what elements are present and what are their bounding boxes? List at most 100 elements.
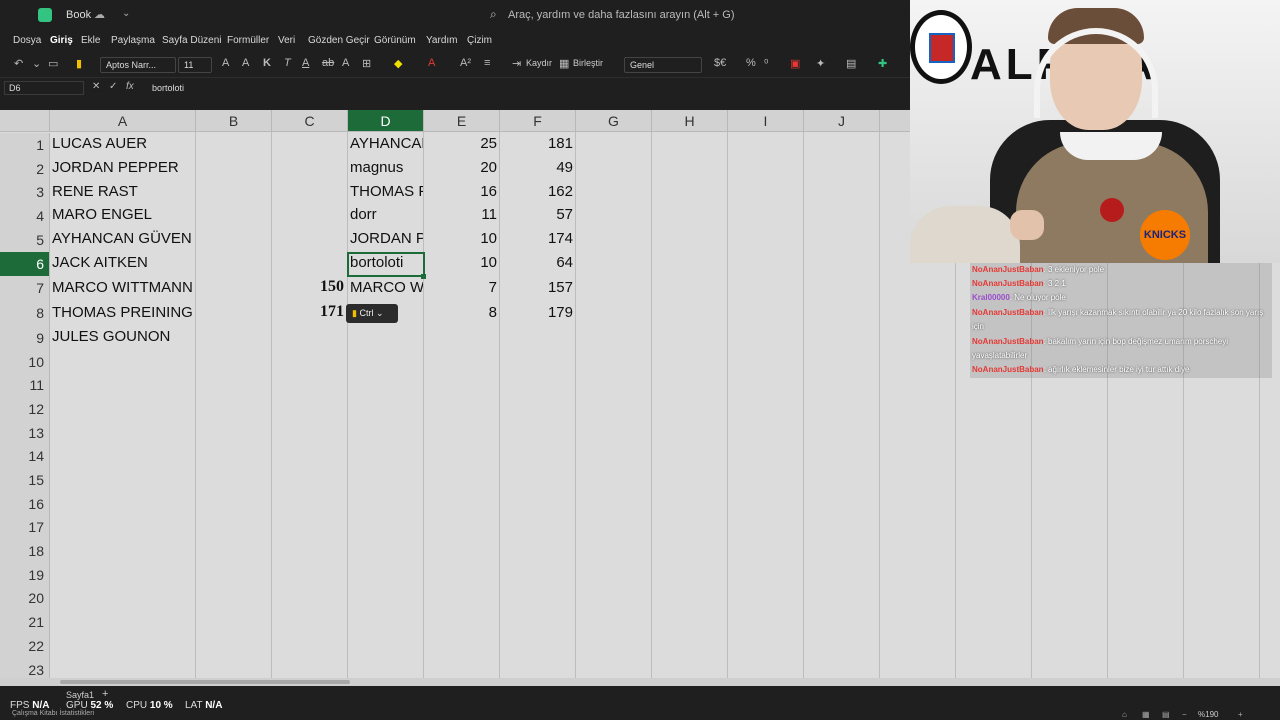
accessibility-icon[interactable]: ⌂ — [1122, 710, 1127, 719]
name-box[interactable]: D6 — [4, 81, 84, 95]
row-header-6[interactable]: 6 — [0, 252, 50, 276]
cell-c7[interactable]: 150 — [272, 278, 344, 296]
column-header-k[interactable] — [880, 110, 910, 132]
column-header-a[interactable]: A — [50, 110, 196, 132]
cell-f7[interactable]: 157 — [502, 279, 573, 296]
row-header-15[interactable]: 15 — [0, 468, 50, 492]
chevron-down-icon[interactable]: ⌄ — [122, 8, 130, 19]
wrap-text-icon[interactable]: ⇥ — [512, 57, 521, 70]
column-header-e[interactable]: E — [424, 110, 500, 132]
cell-f1[interactable]: 181 — [502, 135, 573, 152]
column-header-i[interactable]: I — [728, 110, 804, 132]
wrap-text-button[interactable]: Kaydır — [526, 58, 552, 68]
cell-d2[interactable]: magnus — [350, 159, 423, 176]
row-header-3[interactable]: 3 — [0, 181, 50, 204]
cell-d4[interactable]: dorr — [350, 206, 423, 223]
row-header-8[interactable]: 8 — [0, 301, 50, 326]
row-header-7[interactable]: 7 — [0, 276, 50, 301]
scrollbar-thumb[interactable] — [60, 680, 350, 684]
fill-color-icon[interactable]: ◆ — [394, 57, 402, 70]
row-header-21[interactable]: 21 — [0, 610, 50, 634]
merge-button[interactable]: Birleştir — [573, 58, 603, 68]
cell-e7[interactable]: 7 — [426, 279, 497, 296]
cell-f6[interactable]: 64 — [502, 254, 573, 271]
font-name-select[interactable]: Aptos Narr... — [100, 57, 176, 73]
row-header-23[interactable]: 23 — [0, 658, 50, 678]
percent-icon[interactable]: % — [746, 57, 756, 69]
cell-f5[interactable]: 174 — [502, 230, 573, 247]
menu-dosya[interactable]: Dosya — [13, 35, 41, 46]
row-header-12[interactable]: 12 — [0, 397, 50, 421]
row-header-5[interactable]: 5 — [0, 228, 50, 252]
cell-a2[interactable]: JORDAN PEPPER — [52, 159, 194, 176]
bold-icon[interactable]: K — [263, 57, 271, 69]
cell-a5[interactable]: AYHANCAN GÜVEN — [52, 230, 194, 247]
column-header-j[interactable]: J — [804, 110, 880, 132]
spreadsheet-grid[interactable]: A B C D E F G H I J 1 2 3 4 5 6 7 8 9 10… — [0, 110, 910, 678]
paste-icon[interactable]: ▭ — [48, 57, 58, 70]
cell-d7[interactable]: MARCO W — [350, 279, 423, 296]
function-icon[interactable]: fx — [126, 81, 134, 92]
row-header-11[interactable]: 11 — [0, 374, 50, 397]
double-underline-icon[interactable]: A — [342, 57, 349, 69]
row-header-10[interactable]: 10 — [0, 350, 50, 374]
sheet-tab-sayfa1[interactable]: Sayfa1 — [66, 690, 94, 700]
paste-options-popup[interactable]: ▮ Ctrl ⌄ — [346, 304, 398, 323]
column-header-h[interactable]: H — [652, 110, 728, 132]
conditional-format-icon[interactable]: ▣ — [790, 57, 800, 70]
menu-paylasma[interactable]: Paylaşma — [111, 35, 155, 46]
cell-e8[interactable]: 8 — [426, 304, 497, 321]
table-style-icon[interactable]: ✦ — [816, 57, 825, 70]
autosave-icon[interactable]: ☁ — [94, 8, 105, 21]
menu-ekle[interactable]: Ekle — [81, 35, 100, 46]
cell-f3[interactable]: 162 — [502, 183, 573, 200]
cell-a3[interactable]: RENE RAST — [52, 183, 194, 200]
font-color-icon[interactable]: A — [428, 57, 435, 69]
row-header-22[interactable]: 22 — [0, 634, 50, 658]
workbook-statistics[interactable]: Çalışma Kitabı İstatistikleri — [12, 710, 94, 717]
cell-a8[interactable]: THOMAS PREINING — [52, 304, 194, 321]
menu-gorunum[interactable]: Görünüm — [374, 35, 416, 46]
cell-d3[interactable]: THOMAS P — [350, 183, 423, 200]
borders-icon[interactable]: ⊞ — [362, 57, 371, 70]
cell-e1[interactable]: 25 — [426, 135, 497, 152]
confirm-icon[interactable]: ✓ — [109, 81, 117, 92]
row-header-9[interactable]: 9 — [0, 326, 50, 350]
row-header-17[interactable]: 17 — [0, 516, 50, 539]
column-header-g[interactable]: G — [576, 110, 652, 132]
italic-icon[interactable]: T — [284, 57, 291, 69]
formula-input[interactable]: bortoloti — [152, 83, 184, 93]
increase-font-icon[interactable]: A — [222, 57, 229, 69]
add-sheet-icon[interactable]: + — [102, 688, 108, 700]
cell-a4[interactable]: MARO ENGEL — [52, 206, 194, 223]
decimal-icon[interactable]: ⁰ — [764, 57, 768, 70]
cell-e6[interactable]: 10 — [426, 254, 497, 271]
page-layout-icon[interactable]: ▤ — [1162, 710, 1170, 719]
align-icon[interactable]: ≡ — [484, 57, 490, 69]
menu-sayfa-duzeni[interactable]: Sayfa Düzeni — [162, 35, 221, 46]
select-all-corner[interactable] — [0, 110, 50, 132]
cell-a9[interactable]: JULES GOUNON — [52, 328, 194, 345]
cell-f4[interactable]: 57 — [502, 206, 573, 223]
zoom-out-icon[interactable]: − — [1182, 710, 1187, 719]
zoom-level[interactable]: %190 — [1198, 710, 1218, 719]
menu-veri[interactable]: Veri — [278, 35, 295, 46]
horizontal-scrollbar[interactable] — [0, 678, 1280, 686]
cell-style-icon[interactable]: ▤ — [846, 57, 856, 70]
row-header-4[interactable]: 4 — [0, 204, 50, 228]
menu-giris[interactable]: Giriş — [50, 35, 73, 46]
undo-icon[interactable]: ↶ — [14, 57, 23, 70]
search-input[interactable]: Araç, yardım ve daha fazlasını arayın (A… — [508, 9, 735, 21]
cell-e2[interactable]: 20 — [426, 159, 497, 176]
column-header-c[interactable]: C — [272, 110, 348, 132]
menu-cizim[interactable]: Çizim — [467, 35, 492, 46]
menu-yardim[interactable]: Yardım — [426, 35, 458, 46]
decrease-font-icon[interactable]: A — [242, 57, 249, 69]
row-header-19[interactable]: 19 — [0, 563, 50, 587]
number-format-select[interactable]: Genel — [624, 57, 702, 73]
cell-f8[interactable]: 179 — [502, 304, 573, 321]
row-header-16[interactable]: 16 — [0, 492, 50, 516]
strikethrough-icon[interactable]: ab — [322, 57, 334, 69]
format-painter-icon[interactable]: ▮ — [76, 57, 82, 70]
zoom-in-icon[interactable]: + — [1238, 710, 1243, 719]
